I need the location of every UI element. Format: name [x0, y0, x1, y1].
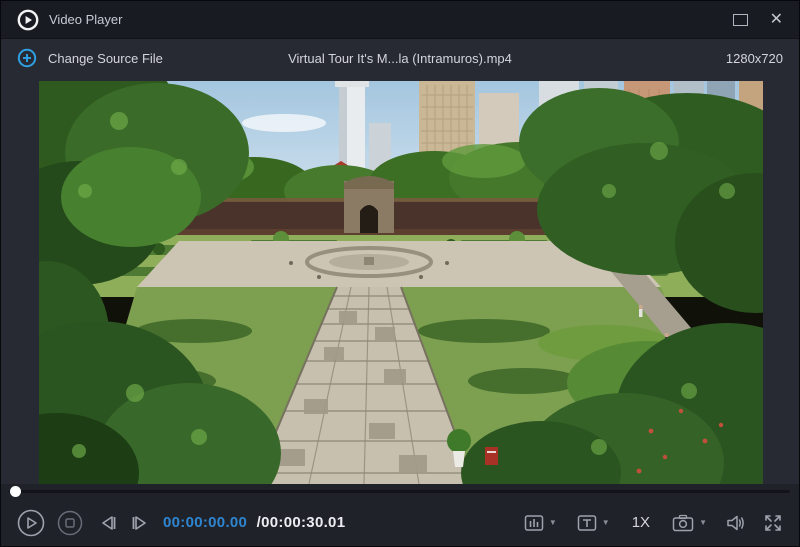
play-icon	[17, 509, 45, 536]
video-stage[interactable]	[39, 81, 763, 484]
playback-speed-button[interactable]: 1X	[632, 514, 650, 531]
plus-circle-icon	[17, 48, 37, 68]
total-duration: /00:00:30.01	[256, 514, 346, 531]
video-resolution: 1280x720	[725, 50, 783, 66]
current-time: 00:00:00.00	[163, 514, 248, 531]
fullscreen-icon	[765, 514, 781, 531]
fullscreen-button[interactable]	[763, 513, 783, 533]
seek-thumb[interactable]	[10, 486, 21, 497]
window-title: Video Player	[49, 12, 123, 27]
control-bar: 00:00:00.00 /00:00:30.01 ▼ ▼ 1X ▼	[1, 499, 799, 546]
audio-track-icon	[524, 514, 544, 531]
step-forward-icon	[132, 515, 146, 530]
stop-button[interactable]	[57, 510, 83, 536]
volume-button[interactable]	[725, 513, 747, 533]
video-player-window: Video Player ✕ Change Source File Virtua…	[0, 0, 800, 547]
subtitle-button[interactable]: ▼	[577, 514, 610, 532]
snapshot-button[interactable]: ▼	[672, 514, 707, 532]
audio-track-button[interactable]: ▼	[524, 514, 557, 532]
right-controls: ▼ ▼ 1X ▼	[524, 513, 783, 533]
change-source-label: Change Source File	[48, 50, 163, 66]
video-filename: Virtual Tour It's M...la (Intramuros).mp…	[288, 50, 512, 66]
time-display: 00:00:00.00 /00:00:30.01	[163, 514, 345, 531]
window-buttons: ✕	[732, 11, 783, 28]
camera-icon	[672, 514, 694, 531]
speaker-icon	[727, 515, 744, 530]
previous-frame-button[interactable]	[99, 514, 119, 532]
change-source-button[interactable]: Change Source File	[17, 48, 163, 68]
play-button[interactable]	[17, 509, 45, 537]
maximize-icon[interactable]	[732, 13, 748, 26]
stop-icon	[57, 510, 83, 535]
close-icon[interactable]: ✕	[770, 11, 783, 28]
chevron-down-icon: ▼	[548, 518, 557, 527]
seek-track[interactable]	[9, 490, 790, 493]
chevron-down-icon: ▼	[699, 518, 707, 527]
seek-bar[interactable]	[1, 484, 799, 499]
chevron-down-icon: ▼	[601, 518, 610, 527]
speed-label: 1X	[631, 514, 651, 531]
titlebar[interactable]: Video Player ✕	[1, 1, 799, 39]
video-frame[interactable]	[39, 81, 763, 484]
step-backward-icon	[102, 515, 116, 530]
toolbar: Change Source File Virtual Tour It's M..…	[1, 39, 799, 77]
app-logo-play-icon	[17, 9, 39, 30]
next-frame-button[interactable]	[129, 514, 149, 532]
subtitle-icon	[577, 514, 597, 531]
